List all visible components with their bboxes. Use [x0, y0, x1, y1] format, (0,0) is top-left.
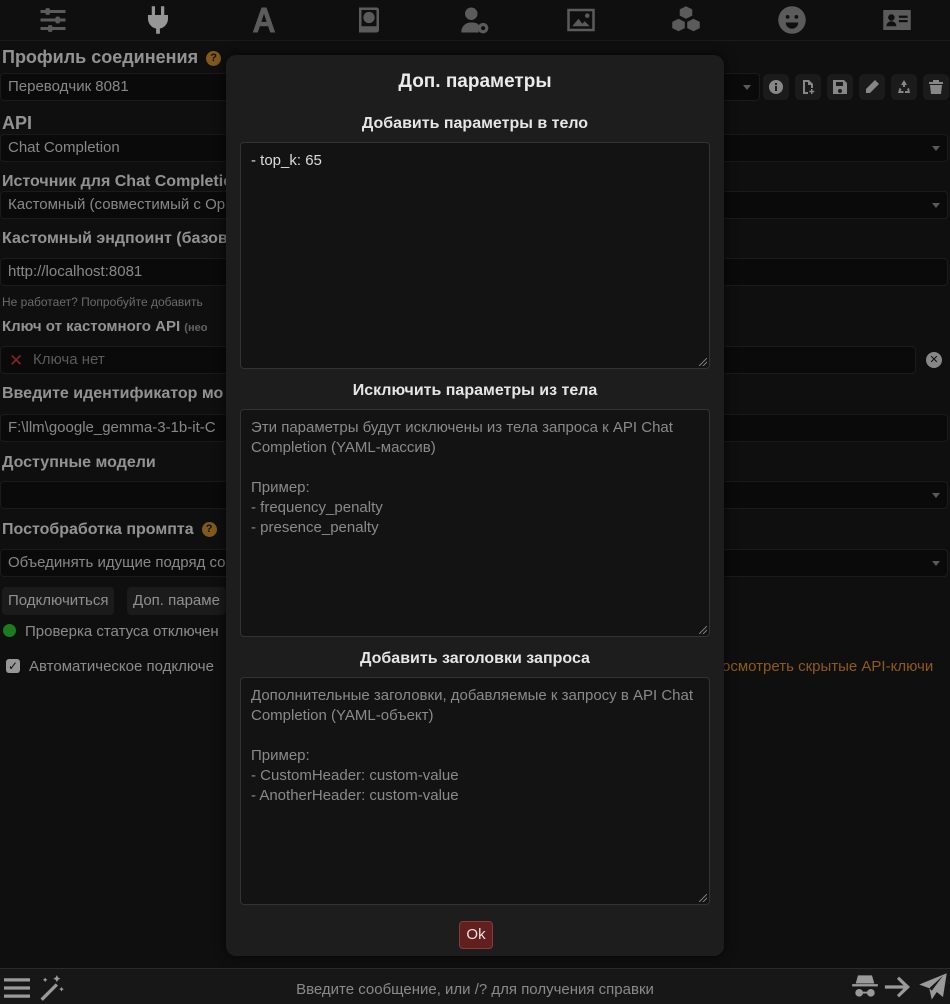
resize-grip-icon[interactable] — [699, 626, 707, 634]
incognito-icon[interactable] — [851, 973, 879, 1001]
headers-placeholder: Дополнительные заголовки, добавляемые к … — [251, 687, 694, 804]
arrow-right-icon[interactable] — [884, 975, 912, 999]
ok-button[interactable]: Ok — [459, 921, 493, 949]
body-exclude-label: Исключить параметры из тела — [352, 382, 598, 399]
extra-params-dialog: Доп. параметры Добавить параметры в тело… — [226, 55, 724, 956]
chat-bar: Введите сообщение, или /? для получения … — [0, 968, 950, 1004]
body-add-value: - top_k: 65 — [251, 152, 322, 169]
headers-textarea[interactable]: Дополнительные заголовки, добавляемые к … — [240, 677, 710, 905]
send-icon[interactable] — [918, 972, 948, 1002]
body-add-label: Добавить параметры в тело — [361, 115, 589, 132]
resize-grip-icon[interactable] — [699, 894, 707, 902]
headers-label: Добавить заголовки запроса — [360, 650, 590, 667]
dialog-title: Доп. параметры — [398, 71, 552, 92]
resize-grip-icon[interactable] — [699, 358, 707, 366]
chat-input[interactable]: Введите сообщение, или /? для получения … — [0, 981, 950, 998]
body-exclude-placeholder: Эти параметры будут исключены из тела за… — [251, 419, 673, 536]
body-add-textarea[interactable]: - top_k: 65 — [240, 142, 710, 369]
body-exclude-textarea[interactable]: Эти параметры будут исключены из тела за… — [240, 409, 710, 637]
